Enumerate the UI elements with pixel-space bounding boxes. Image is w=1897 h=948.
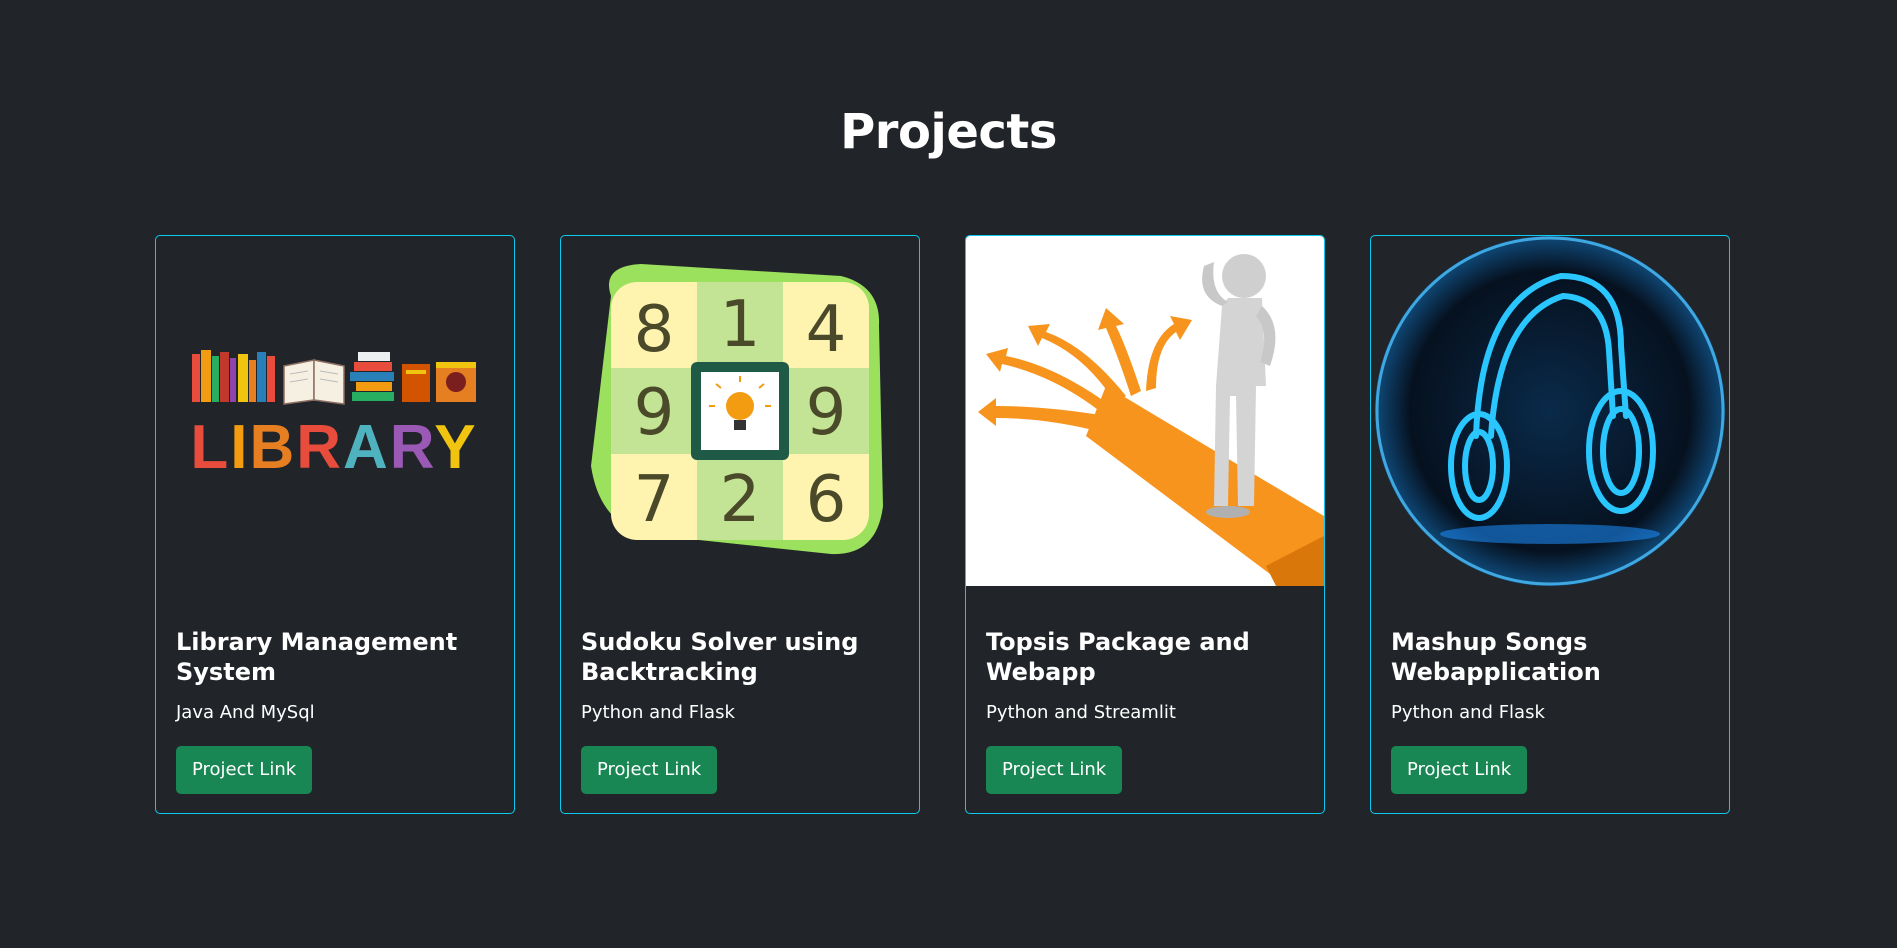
sudoku-digit: 9 (806, 376, 847, 450)
project-tech: Python and Flask (1391, 702, 1545, 723)
sudoku-digit: 2 (720, 463, 761, 537)
neon-headphones-image (1371, 236, 1729, 586)
project-card-mashup: Mashup Songs Webapplication Python and F… (1370, 235, 1730, 814)
projects-grid: LIBRARY Library Management System Java A… (155, 235, 1731, 814)
project-tech: Python and Flask (581, 702, 735, 723)
sudoku-digit: 9 (634, 376, 675, 450)
project-card-library: LIBRARY Library Management System Java A… (155, 235, 515, 814)
sudoku-digit: 1 (720, 288, 761, 362)
svg-text:LIBRARY: LIBRARY (190, 413, 477, 482)
sudoku-grid-image: 8 1 4 9 9 7 2 6 (561, 236, 919, 586)
decision-crossroads-image (966, 236, 1324, 586)
project-title: Sudoku Solver using Backtracking (581, 628, 859, 686)
project-title: Library Management System (176, 628, 458, 686)
project-link-button[interactable]: Project Link (986, 746, 1123, 794)
project-card-topsis: Topsis Package and Webapp Python and Str… (965, 235, 1325, 814)
sudoku-digit: 7 (634, 463, 675, 537)
project-tech: Python and Streamlit (986, 702, 1176, 723)
sudoku-digit: 4 (806, 293, 847, 367)
page-title: Projects (840, 104, 1057, 160)
project-link-button[interactable]: Project Link (581, 746, 718, 794)
sudoku-digit: 6 (806, 463, 847, 537)
project-tech: Java And MySql (176, 702, 315, 723)
project-title: Mashup Songs Webapplication (1391, 628, 1601, 686)
library-books-image: LIBRARY (156, 236, 514, 586)
project-link-button[interactable]: Project Link (1391, 746, 1528, 794)
sudoku-digit: 8 (634, 293, 675, 367)
project-title: Topsis Package and Webapp (986, 628, 1250, 686)
project-link-button[interactable]: Project Link (176, 746, 313, 794)
project-card-sudoku: 8 1 4 9 9 7 2 6 Sudoku Solver using Back… (560, 235, 920, 814)
